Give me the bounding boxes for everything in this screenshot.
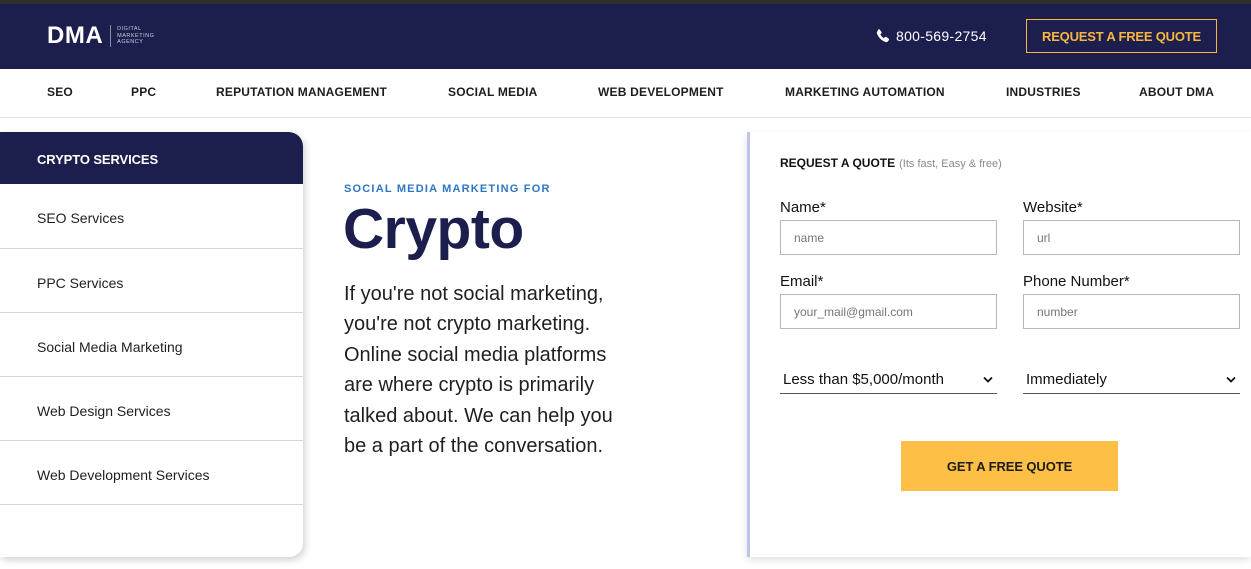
top-header: DMA DIGITAL MARKETING AGENCY 800-569-275… bbox=[0, 0, 1251, 69]
get-free-quote-button[interactable]: GET A FREE QUOTE bbox=[901, 441, 1118, 491]
nav-item-marketing-automation[interactable]: MARKETING AUTOMATION bbox=[785, 85, 945, 99]
logo-tagline: DIGITAL MARKETING AGENCY bbox=[117, 26, 154, 46]
phone-number: 800-569-2754 bbox=[896, 28, 987, 44]
nav-item-ppc[interactable]: PPC bbox=[131, 85, 156, 99]
sidebar-item-web-development-services[interactable]: Web Development Services bbox=[0, 441, 303, 505]
hero-description: If you're not social marketing, you're n… bbox=[344, 283, 613, 458]
main-nav: SEO PPC REPUTATION MANAGEMENT SOCIAL MED… bbox=[0, 69, 1251, 118]
logo-wordmark: DMA bbox=[47, 22, 104, 49]
phone-link[interactable]: 800-569-2754 bbox=[875, 28, 987, 44]
budget-select[interactable]: Less than $5,000/month bbox=[780, 366, 997, 394]
website-label: Website* bbox=[1023, 199, 1083, 216]
email-label: Email* bbox=[780, 273, 824, 290]
sidebar-item-seo-services[interactable]: SEO Services bbox=[0, 184, 303, 249]
logo-divider bbox=[110, 25, 112, 47]
page-title: Crypto bbox=[343, 197, 524, 261]
hero-eyebrow: SOCIAL MEDIA MARKETING FOR bbox=[344, 183, 551, 195]
budget-select-value: Less than $5,000/month bbox=[783, 371, 944, 388]
phone-label: Phone Number* bbox=[1023, 273, 1130, 290]
chevron-down-icon bbox=[983, 376, 993, 383]
website-field[interactable] bbox=[1023, 220, 1240, 255]
chevron-down-icon bbox=[1226, 376, 1236, 383]
logo-tagline-line2: MARKETING bbox=[117, 32, 155, 39]
logo-tagline-line3: AGENCY bbox=[117, 39, 144, 46]
request-quote-button[interactable]: REQUEST A FREE QUOTE bbox=[1026, 19, 1217, 53]
nav-item-seo[interactable]: SEO bbox=[47, 85, 73, 99]
phone-field[interactable] bbox=[1023, 294, 1240, 329]
nav-item-social-media[interactable]: SOCIAL MEDIA bbox=[448, 85, 538, 99]
form-subtitle: (Its fast, Easy & free) bbox=[899, 158, 1002, 170]
phone-icon bbox=[876, 29, 890, 43]
timeline-select[interactable]: Immediately bbox=[1023, 366, 1240, 394]
nav-item-about-dma[interactable]: ABOUT DMA bbox=[1139, 85, 1214, 99]
name-field[interactable] bbox=[780, 220, 997, 255]
sidebar-title: CRYPTO SERVICES bbox=[0, 132, 303, 184]
quote-form: REQUEST A QUOTE (Its fast, Easy & free) N… bbox=[747, 132, 1251, 557]
form-heading: REQUEST A QUOTE (Its fast, Easy & free) bbox=[780, 156, 1002, 170]
nav-item-industries[interactable]: INDUSTRIES bbox=[1006, 85, 1081, 99]
nav-item-reputation-management[interactable]: REPUTATION MANAGEMENT bbox=[216, 85, 387, 99]
name-label: Name* bbox=[780, 199, 826, 216]
email-field[interactable] bbox=[780, 294, 997, 329]
nav-item-web-development[interactable]: WEB DEVELOPMENT bbox=[598, 85, 724, 99]
sidebar-item-web-design-services[interactable]: Web Design Services bbox=[0, 377, 303, 441]
services-sidebar: CRYPTO SERVICES SEO Services PPC Service… bbox=[0, 132, 303, 557]
logo-tagline-line1: DIGITAL bbox=[117, 26, 142, 33]
logo[interactable]: DMA DIGITAL MARKETING AGENCY bbox=[47, 22, 154, 50]
sidebar-item-ppc-services[interactable]: PPC Services bbox=[0, 249, 303, 313]
timeline-select-value: Immediately bbox=[1026, 371, 1107, 388]
form-title: REQUEST A QUOTE bbox=[780, 156, 896, 170]
sidebar-item-social-media-marketing[interactable]: Social Media Marketing bbox=[0, 313, 303, 377]
